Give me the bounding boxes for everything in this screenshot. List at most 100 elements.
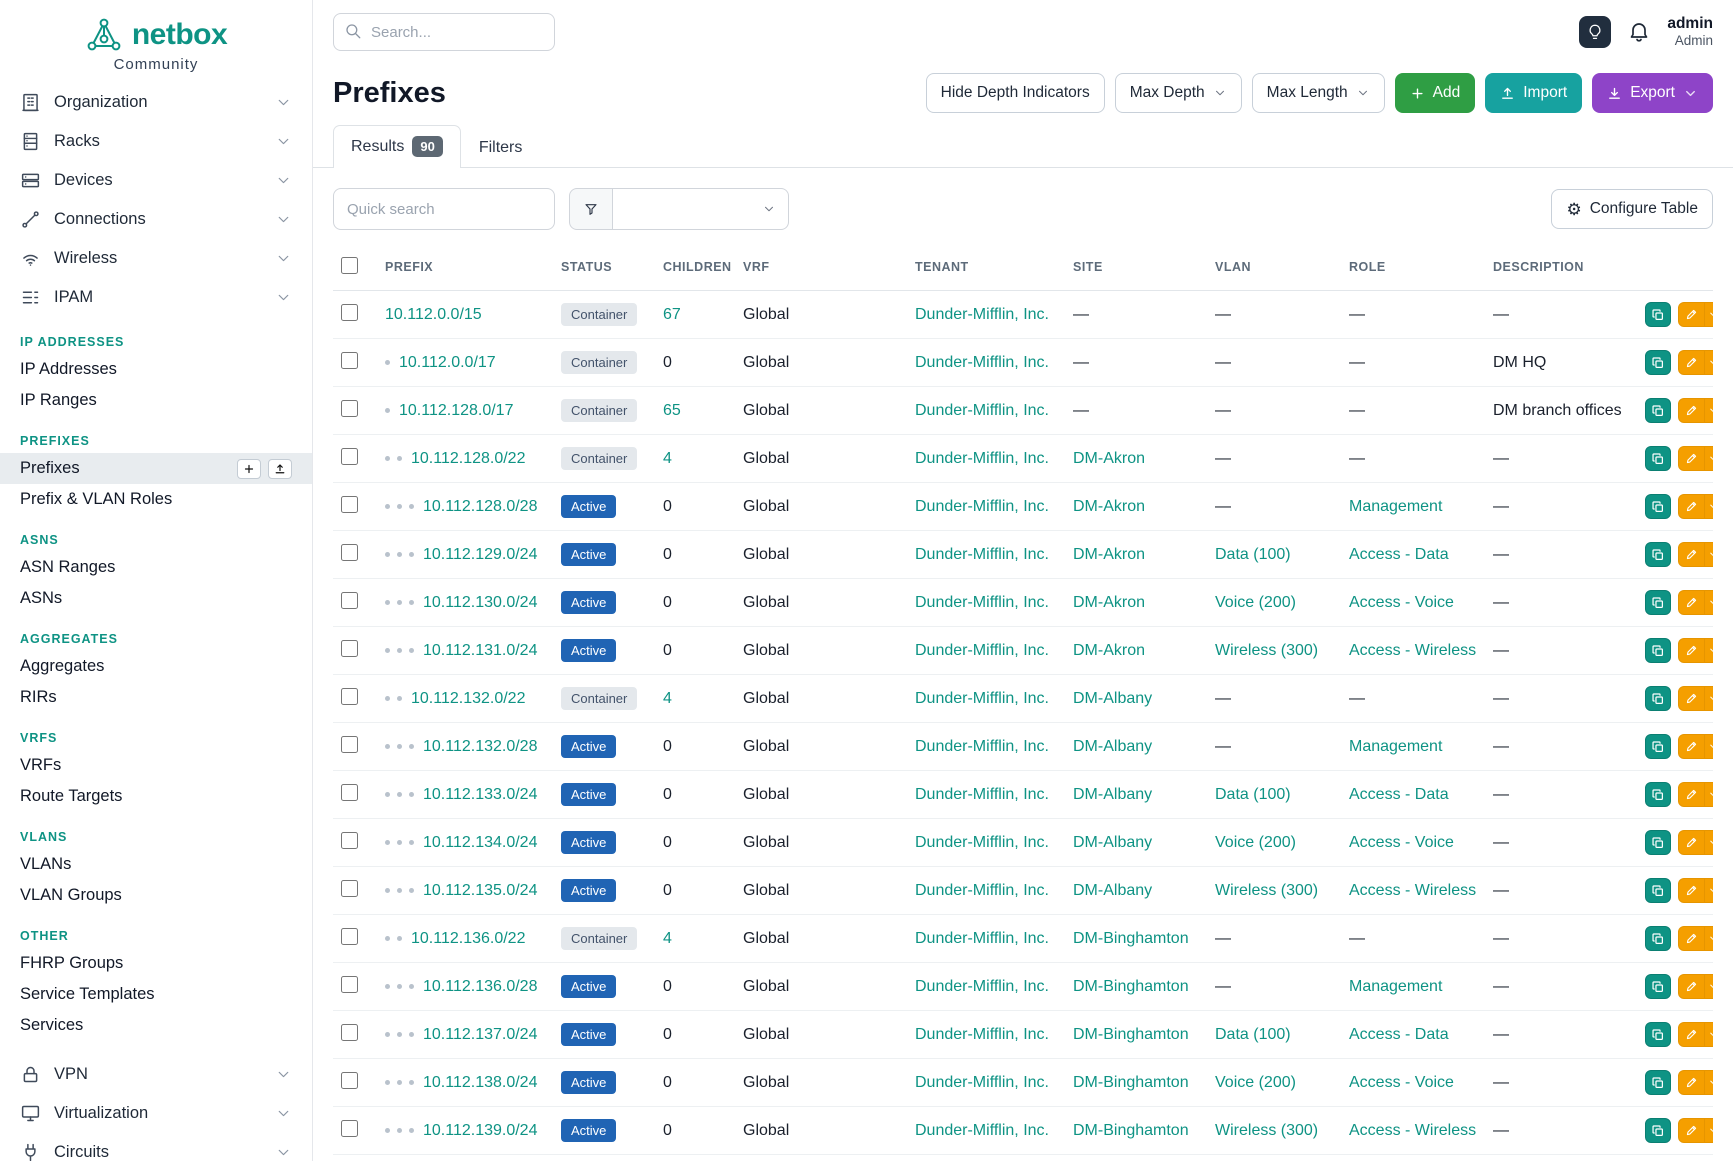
sidebar-item-asns[interactable]: ASNs [0,583,312,614]
tenant-link[interactable]: Dunder-Mifflin, Inc. [915,978,1049,995]
edit-dropdown-button[interactable] [1705,878,1713,903]
tab-results[interactable]: Results 90 [333,125,461,168]
configure-table-button[interactable]: ⚙ Configure Table [1551,189,1713,229]
role-link[interactable]: Access - Data [1349,786,1449,803]
user-menu[interactable]: admin Admin [1667,15,1713,50]
column-header-description[interactable]: DESCRIPTION [1485,244,1637,291]
role-link[interactable]: Access - Wireless [1349,642,1476,659]
notifications-button[interactable] [1626,19,1652,45]
row-checkbox[interactable] [341,352,358,369]
row-checkbox[interactable] [341,304,358,321]
edit-button[interactable] [1678,782,1705,807]
sidebar-item-ip-addresses[interactable]: IP Addresses [0,354,312,385]
role-link[interactable]: Management [1349,738,1442,755]
edit-dropdown-button[interactable] [1705,686,1713,711]
tenant-link[interactable]: Dunder-Mifflin, Inc. [915,786,1049,803]
copy-button[interactable] [1645,878,1671,903]
edit-button[interactable] [1678,734,1705,759]
prefix-link[interactable]: 10.112.132.0/22 [411,690,525,707]
sidebar-item-prefixes[interactable]: Prefixes [0,453,312,484]
site-link[interactable]: DM-Binghamton [1073,930,1189,947]
prefix-link[interactable]: 10.112.135.0/24 [423,882,537,899]
role-link[interactable]: Access - Voice [1349,594,1454,611]
edit-button[interactable] [1678,926,1705,951]
tenant-link[interactable]: Dunder-Mifflin, Inc. [915,594,1049,611]
edit-button[interactable] [1678,686,1705,711]
saved-filter-button[interactable] [569,188,613,230]
tenant-link[interactable]: Dunder-Mifflin, Inc. [915,306,1049,323]
tenant-link[interactable]: Dunder-Mifflin, Inc. [915,738,1049,755]
column-header-vlan[interactable]: VLAN [1207,244,1341,291]
sidebar-item-vrfs[interactable]: VRFs [0,750,312,781]
site-link[interactable]: DM-Albany [1073,738,1152,755]
children-count-link[interactable]: 67 [663,306,681,323]
quick-search-input[interactable] [333,188,555,230]
sidebar-item-services[interactable]: Services [0,1010,312,1041]
edit-button[interactable] [1678,542,1705,567]
children-count-link[interactable]: 4 [663,930,672,947]
edit-dropdown-button[interactable] [1705,398,1713,423]
copy-button[interactable] [1645,638,1671,663]
edit-button[interactable] [1678,494,1705,519]
sidebar-item-connections[interactable]: Connections [0,200,312,239]
prefix-link[interactable]: 10.112.130.0/24 [423,594,537,611]
add-button[interactable]: Add [1395,73,1476,113]
row-checkbox[interactable] [341,880,358,897]
row-checkbox[interactable] [341,496,358,513]
edit-button[interactable] [1678,302,1705,327]
brand[interactable]: netbox Community [0,16,312,73]
prefix-link[interactable]: 10.112.0.0/17 [399,354,496,371]
sidebar-item-racks[interactable]: Racks [0,122,312,161]
edit-button[interactable] [1678,1118,1705,1143]
edit-button[interactable] [1678,1070,1705,1095]
prefix-link[interactable]: 10.112.132.0/28 [423,738,537,755]
row-checkbox[interactable] [341,736,358,753]
sidebar-item-ipam[interactable]: IPAM [0,278,312,317]
copy-button[interactable] [1645,446,1671,471]
edit-dropdown-button[interactable] [1705,494,1713,519]
row-checkbox[interactable] [341,640,358,657]
vlan-link[interactable]: Voice (200) [1215,834,1296,851]
role-link[interactable]: Management [1349,498,1442,515]
copy-button[interactable] [1645,1118,1671,1143]
hide-depth-indicators-button[interactable]: Hide Depth Indicators [926,73,1105,113]
tenant-link[interactable]: Dunder-Mifflin, Inc. [915,834,1049,851]
column-header-prefix[interactable]: PREFIX [377,244,553,291]
copy-button[interactable] [1645,782,1671,807]
vlan-link[interactable]: Voice (200) [1215,1074,1296,1091]
edit-dropdown-button[interactable] [1705,1118,1713,1143]
site-link[interactable]: DM-Albany [1073,882,1152,899]
copy-button[interactable] [1645,1070,1671,1095]
edit-dropdown-button[interactable] [1705,446,1713,471]
column-header-role[interactable]: ROLE [1341,244,1485,291]
sidebar-item-fhrp-groups[interactable]: FHRP Groups [0,948,312,979]
copy-button[interactable] [1645,830,1671,855]
column-header-children[interactable]: CHILDREN [655,244,735,291]
edit-dropdown-button[interactable] [1705,302,1713,327]
prefix-link[interactable]: 10.112.134.0/24 [423,834,537,851]
edit-dropdown-button[interactable] [1705,1070,1713,1095]
edit-button[interactable] [1678,638,1705,663]
export-dropdown-button[interactable]: Export [1592,73,1713,113]
tenant-link[interactable]: Dunder-Mifflin, Inc. [915,690,1049,707]
edit-dropdown-button[interactable] [1705,350,1713,375]
copy-button[interactable] [1645,590,1671,615]
max-length-dropdown[interactable]: Max Length [1252,73,1385,113]
prefix-link[interactable]: 10.112.137.0/24 [423,1026,537,1043]
sidebar-item-rirs[interactable]: RIRs [0,682,312,713]
site-link[interactable]: DM-Binghamton [1073,1026,1189,1043]
copy-button[interactable] [1645,302,1671,327]
sidebar-item-service-templates[interactable]: Service Templates [0,979,312,1010]
theme-toggle-button[interactable] [1579,16,1611,48]
sidebar-item-wireless[interactable]: Wireless [0,239,312,278]
edit-dropdown-button[interactable] [1705,926,1713,951]
prefix-link[interactable]: 10.112.0.0/15 [385,306,482,323]
vlan-link[interactable]: Voice (200) [1215,594,1296,611]
prefix-link[interactable]: 10.112.136.0/22 [411,930,525,947]
copy-button[interactable] [1645,926,1671,951]
site-link[interactable]: DM-Akron [1073,642,1145,659]
row-checkbox[interactable] [341,1024,358,1041]
site-link[interactable]: DM-Akron [1073,594,1145,611]
tenant-link[interactable]: Dunder-Mifflin, Inc. [915,642,1049,659]
row-checkbox[interactable] [341,592,358,609]
